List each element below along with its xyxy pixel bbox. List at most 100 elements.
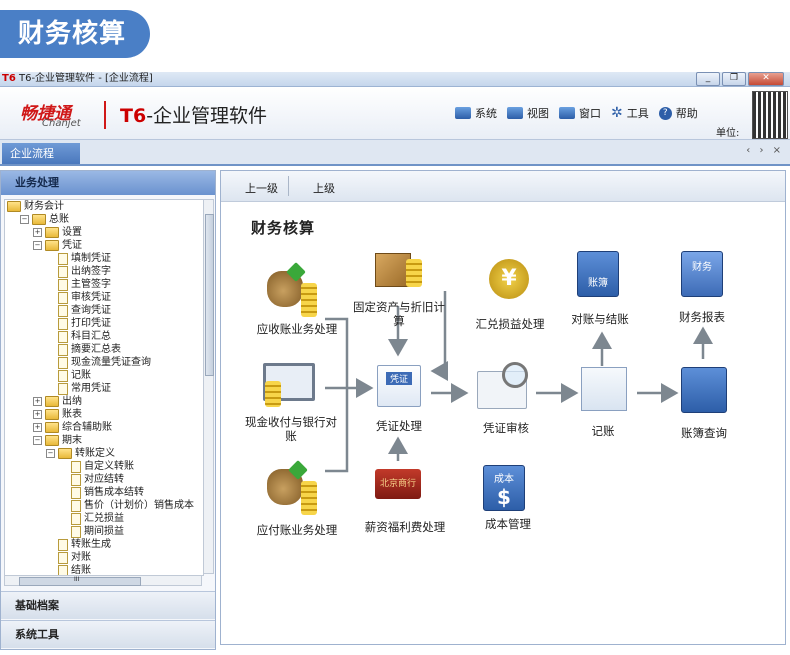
tree-item[interactable]: 对账 <box>46 551 91 564</box>
ledger-query-icon[interactable] <box>681 367 727 413</box>
folder-icon <box>45 227 59 238</box>
menu-system[interactable]: 系统 <box>455 105 497 121</box>
tree-item[interactable]: 主管签字 <box>46 278 111 291</box>
tree-item[interactable]: + 设置 <box>33 226 82 239</box>
tree-item[interactable]: 转账生成 <box>46 538 111 551</box>
tree-item-label: 总账 <box>49 214 69 225</box>
yen-coin-icon[interactable]: ¥ <box>489 259 529 299</box>
tree-item[interactable]: − 凭证 <box>33 239 82 252</box>
node-ledger-query[interactable]: 账簿查询 <box>671 426 737 440</box>
tab-enterprise-flow[interactable]: 企业流程 <box>2 143 80 164</box>
folder-icon <box>58 448 72 459</box>
restore-button[interactable]: ❐ <box>722 72 746 86</box>
cost-book-icon[interactable]: 成本 $ <box>483 465 525 511</box>
tree-item-label: 对应结转 <box>84 474 124 485</box>
node-cash-bank[interactable]: 现金收付与银行对账 <box>241 415 341 443</box>
tree-item[interactable]: − 期末 <box>33 434 82 447</box>
tree-item[interactable]: 期间损益 <box>59 525 124 538</box>
tree-item-label: 转账生成 <box>71 539 111 550</box>
tree-item[interactable]: 财务会计 <box>7 200 64 213</box>
ledger-book-icon[interactable]: 账簿 <box>577 251 619 297</box>
tree-item[interactable]: 查询凭证 <box>46 304 111 317</box>
tab-bar: 企业流程 ‹ › × <box>0 140 790 166</box>
tree-item[interactable]: 销售成本结转 <box>59 486 144 499</box>
coins-icon <box>301 481 317 515</box>
tree-item-label: 出纳 <box>62 396 82 407</box>
sidebar-section-business[interactable]: 业务处理 <box>1 171 215 195</box>
menu-window[interactable]: 窗口 <box>559 105 601 121</box>
document-icon <box>71 512 81 525</box>
document-icon <box>58 551 68 564</box>
menu-tools[interactable]: ✲ 工具 <box>611 105 649 121</box>
menu-help[interactable]: ? 帮助 <box>658 105 698 121</box>
node-payable[interactable]: 应付账业务处理 <box>247 523 347 537</box>
folder-icon <box>45 409 59 420</box>
node-reports[interactable]: 财务报表 <box>661 310 743 324</box>
node-voucher[interactable]: 凭证处理 <box>367 419 431 433</box>
tree-item-label: 查询凭证 <box>71 305 111 316</box>
node-payroll[interactable]: 薪资福利费处理 <box>357 520 453 534</box>
tree-expander-icon[interactable]: + <box>33 423 42 432</box>
folder-icon <box>32 214 46 225</box>
minimize-button[interactable]: _ <box>696 72 720 86</box>
document-icon <box>58 343 68 356</box>
tree-expander-icon[interactable]: + <box>33 397 42 406</box>
tree-expander-icon[interactable]: − <box>20 215 29 224</box>
tree-item[interactable]: 对应结转 <box>59 473 124 486</box>
close-button[interactable]: ✕ <box>748 72 784 86</box>
tree-expander-icon[interactable]: + <box>33 228 42 237</box>
menu-view[interactable]: 视图 <box>507 105 549 121</box>
node-posting[interactable]: 记账 <box>583 424 623 438</box>
tree-item-label: 记账 <box>71 370 91 381</box>
tree-item[interactable]: + 综合辅助账 <box>33 421 112 434</box>
gear-icon: ✲ <box>611 105 623 121</box>
node-reconcile[interactable]: 对账与结账 <box>557 312 643 326</box>
tree-vertical-scrollbar[interactable] <box>203 199 214 574</box>
folder-icon <box>45 396 59 407</box>
tree-item[interactable]: 自定义转账 <box>59 460 134 473</box>
scroll-thumb-h[interactable]: III <box>19 576 141 586</box>
tree-item-label: 设置 <box>62 227 82 238</box>
tree-item[interactable]: 出纳签字 <box>46 265 111 278</box>
sidebar-section-basic-archive[interactable]: 基础档案 <box>1 591 215 619</box>
folder-icon <box>45 435 59 446</box>
report-book-icon[interactable]: 财务 <box>681 251 723 297</box>
tree-item[interactable]: 汇兑损益 <box>59 512 124 525</box>
tree-item-label: 销售成本结转 <box>84 487 144 498</box>
main-menu: 系统 视图 窗口 ✲ 工具 ? 帮助 <box>455 105 698 121</box>
tree-item[interactable]: 摘要汇总表 <box>46 343 121 356</box>
node-audit[interactable]: 凭证审核 <box>473 421 539 435</box>
node-fixed-assets[interactable]: 固定资产与折旧计算 <box>349 300 449 328</box>
voucher-icon[interactable]: 凭证 <box>377 365 421 407</box>
tree-item[interactable]: 打印凭证 <box>46 317 111 330</box>
scroll-thumb[interactable] <box>205 214 214 376</box>
logo-divider <box>104 101 106 129</box>
tree-expander-icon[interactable]: − <box>46 449 55 458</box>
tree-item[interactable]: + 账表 <box>33 408 82 421</box>
tree-expander-icon[interactable]: + <box>33 410 42 419</box>
tree-item[interactable]: 售价（计划价）销售成本 <box>59 499 194 512</box>
tab-controls[interactable]: ‹ › × <box>746 145 784 156</box>
node-cost[interactable]: 成本管理 <box>475 517 541 531</box>
pen-ledger-icon[interactable] <box>581 367 627 411</box>
tree-item[interactable]: − 总账 <box>20 213 69 226</box>
tree-item[interactable]: 记账 <box>46 369 91 382</box>
tree-item[interactable]: 填制凭证 <box>46 252 111 265</box>
payroll-book-icon[interactable]: 北京商行 <box>375 469 421 499</box>
magnifier-icon[interactable] <box>477 362 528 409</box>
tree-item[interactable]: 常用凭证 <box>46 382 111 395</box>
tree-item[interactable]: 现金流量凭证查询 <box>46 356 151 369</box>
document-icon <box>71 499 81 512</box>
sidebar-section-system-tools[interactable]: 系统工具 <box>1 620 215 648</box>
tree-expander-icon[interactable]: − <box>33 241 42 250</box>
node-exchange[interactable]: 汇兑损益处理 <box>467 317 553 331</box>
tree-horizontal-scrollbar[interactable]: III <box>4 575 202 586</box>
node-receivable[interactable]: 应收账业务处理 <box>247 322 347 336</box>
tree-expander-icon[interactable]: − <box>33 436 42 445</box>
tree-item[interactable]: 科目汇总 <box>46 330 111 343</box>
folder-icon <box>45 422 59 433</box>
tree-item[interactable]: − 转账定义 <box>46 447 115 460</box>
tree-item[interactable]: 审核凭证 <box>46 291 111 304</box>
tree-item[interactable]: + 出纳 <box>33 395 82 408</box>
unit-label: 单位: <box>716 128 740 139</box>
